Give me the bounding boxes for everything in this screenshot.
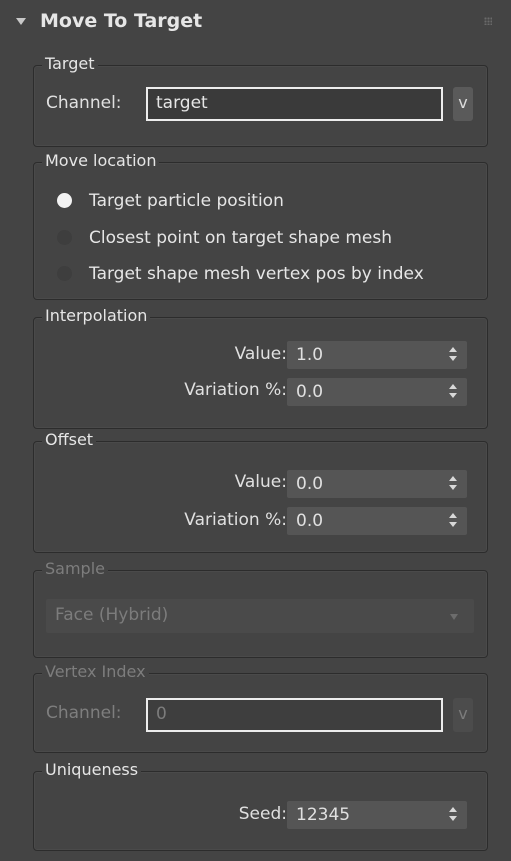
uniqueness-seed-spinner[interactable]: 12345 [287,801,467,829]
sample-title: Sample [42,559,108,579]
radio-button[interactable] [57,193,72,208]
spinner-arrows-icon[interactable] [449,513,457,529]
vertex-index-group: Vertex Index Channel: 0 v [33,662,488,753]
target-channel-input[interactable]: target [146,87,443,121]
spinner-value: 1.0 [296,345,324,365]
move-location-title: Move location [42,151,160,171]
spinner-arrows-icon[interactable] [449,347,457,363]
radio-label: Target particle position [89,191,284,211]
interpolation-title: Interpolation [42,306,151,326]
uniqueness-seed-label: Seed: [238,804,287,824]
offset-value-label: Value: [234,472,287,492]
offset-group: Offset Value: 0.0 Variation %: 0.0 [33,430,488,553]
spinner-arrows-icon[interactable] [449,384,457,400]
spinner-value: 12345 [296,805,351,825]
vertex-channel-label: Channel: [46,703,122,723]
offset-title: Offset [42,430,97,450]
spinner-value: 0.0 [296,382,324,402]
collapse-arrow-icon[interactable] [16,18,26,25]
target-channel-v-button[interactable]: v [453,87,473,121]
spinner-value: 0.0 [296,511,324,531]
interpolation-value-spinner[interactable]: 1.0 [287,341,467,369]
interpolation-variation-label: Variation %: [184,380,287,400]
interpolation-group: Interpolation Value: 1.0 Variation %: 0.… [33,306,488,429]
drag-grip-icon[interactable] [484,17,492,25]
move-to-target-rollout: Move To Target Target Channel: target v … [4,3,504,859]
sample-dropdown[interactable]: Face (Hybrid) [46,599,474,633]
interpolation-variation-spinner[interactable]: 0.0 [287,378,467,406]
sample-group: Sample Face (Hybrid) [33,559,488,658]
target-group-title: Target [42,54,98,74]
chevron-down-icon [450,614,458,620]
radio-button[interactable] [57,266,72,281]
vertex-channel-v-button[interactable]: v [453,698,473,732]
radio-label: Closest point on target shape mesh [89,228,393,248]
spinner-value: 0.0 [296,474,324,494]
uniqueness-group: Uniqueness Seed: 12345 [33,760,488,851]
uniqueness-title: Uniqueness [42,760,142,780]
sample-dropdown-value: Face (Hybrid) [55,605,169,625]
target-channel-label: Channel: [46,93,122,113]
rollout-header[interactable]: Move To Target [12,7,502,41]
target-group: Target Channel: target v [33,54,488,147]
rollout-title: Move To Target [40,10,203,32]
spinner-arrows-icon[interactable] [449,476,457,492]
offset-value-spinner[interactable]: 0.0 [287,470,467,498]
vertex-channel-input[interactable]: 0 [146,698,443,732]
radio-label: Target shape mesh vertex pos by index [89,264,424,284]
spinner-arrows-icon[interactable] [449,807,457,823]
offset-variation-label: Variation %: [184,510,287,530]
radio-button[interactable] [57,230,72,245]
vertex-index-title: Vertex Index [42,662,149,682]
offset-variation-spinner[interactable]: 0.0 [287,507,467,535]
interpolation-value-label: Value: [234,344,287,364]
